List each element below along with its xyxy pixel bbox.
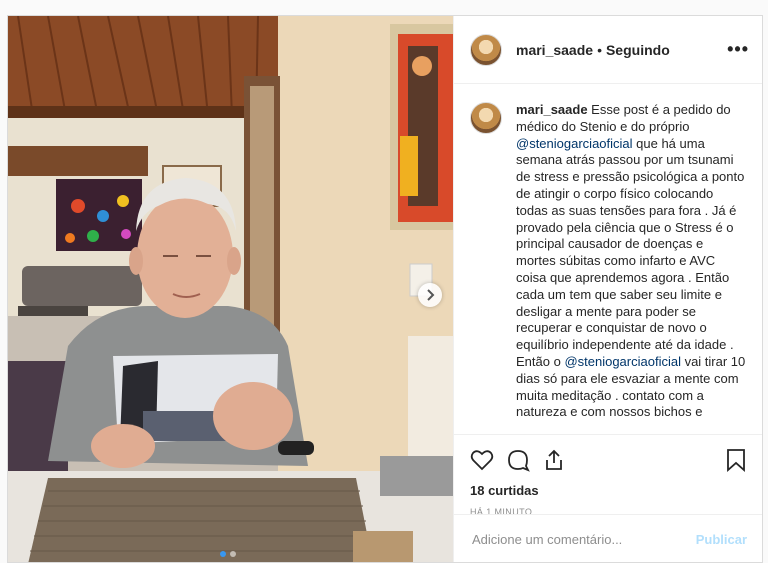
action-icons <box>454 435 762 475</box>
sofa <box>22 266 142 306</box>
post-photo[interactable] <box>8 16 453 562</box>
heart-icon[interactable] <box>470 448 494 472</box>
follow-status[interactable]: Seguindo <box>606 42 670 58</box>
post-header: mari_saade • Seguindo ••• <box>454 16 762 84</box>
header-separator: • <box>597 41 602 58</box>
add-comment-bar: Publicar <box>454 514 762 562</box>
comments-section[interactable]: mari_saade Esse post é a pedido do médic… <box>454 84 762 434</box>
bookmark-icon[interactable] <box>725 448 747 472</box>
carousel-indicator <box>220 551 236 557</box>
carousel-dot-active <box>220 551 226 557</box>
comment-bubble-icon[interactable] <box>506 448 530 472</box>
caption-row: mari_saade Esse post é a pedido do médic… <box>470 102 747 421</box>
mention-link[interactable]: @steniogarciaoficial <box>516 136 633 151</box>
avatar[interactable] <box>470 33 502 66</box>
instagram-post: mari_saade • Seguindo ••• mari_saade Ess… <box>7 15 763 563</box>
more-options-icon[interactable]: ••• <box>727 39 749 60</box>
mention-link[interactable]: @steniogarciaoficial <box>564 354 681 369</box>
post-sidebar: mari_saade • Seguindo ••• mari_saade Ess… <box>453 16 762 562</box>
publish-button[interactable]: Publicar <box>696 532 747 547</box>
caption-text: mari_saade Esse post é a pedido do médic… <box>516 102 746 421</box>
likes-count[interactable]: 18 curtidas <box>454 475 762 498</box>
avatar[interactable] <box>470 102 502 134</box>
photo-illustration <box>8 16 453 562</box>
carousel-next-button[interactable] <box>418 283 442 307</box>
chevron-right-icon <box>427 289 435 301</box>
caption-part-2: que há uma semana atrás passou por um ts… <box>516 135 745 369</box>
caption-username[interactable]: mari_saade <box>516 102 588 117</box>
share-icon[interactable] <box>542 448 566 472</box>
comment-input[interactable] <box>470 531 696 548</box>
header-username[interactable]: mari_saade <box>516 42 593 58</box>
carousel-dot <box>230 551 236 557</box>
